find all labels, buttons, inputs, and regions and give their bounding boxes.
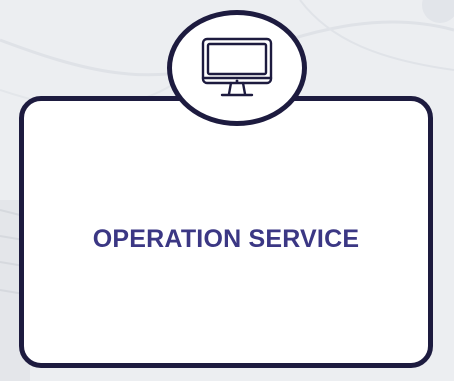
card-title: OPERATION SERVICE: [92, 224, 360, 253]
desktop-monitor-icon: [201, 37, 273, 97]
icon-badge: [167, 10, 307, 126]
service-card: OPERATION SERVICE: [19, 96, 433, 368]
